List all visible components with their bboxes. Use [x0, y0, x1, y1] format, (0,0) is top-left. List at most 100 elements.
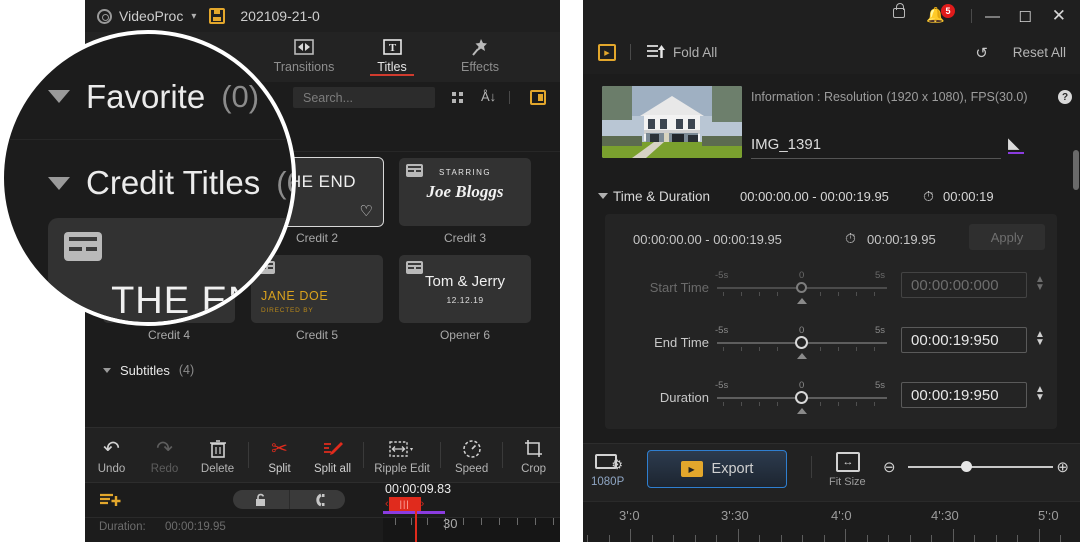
export-bar: ⚙ 1080P Export ↔ Fit Size ⊖ ⊕ [583, 443, 1080, 501]
grid-view-icon[interactable] [452, 92, 464, 103]
zoom-out-icon[interactable]: ⊖ [883, 458, 896, 476]
magnet-snap-icon[interactable] [290, 490, 346, 509]
ruler-tick [1038, 529, 1040, 542]
apply-button[interactable]: Apply [969, 224, 1045, 250]
preview-panel-icon[interactable] [598, 44, 616, 61]
add-track-icon[interactable] [99, 491, 123, 514]
slider-thumb[interactable] [795, 336, 808, 349]
end-time-slider[interactable]: -5s 0 5s [715, 325, 887, 361]
fit-size-icon[interactable]: ↔ [836, 452, 860, 472]
template-thumbnail[interactable]: Tom & Jerry 12.12.19 [399, 255, 531, 323]
fold-all-label[interactable]: Fold All [673, 45, 717, 60]
ruler-tick [866, 535, 868, 542]
end-time-value: 00:00:19:950 [911, 331, 999, 349]
subtitle-badge-icon [64, 232, 102, 261]
magnified-group-favorite[interactable]: Favorite (0) [4, 54, 292, 140]
playhead-marker[interactable]: ‹ ||| › [385, 497, 441, 511]
reset-all-label[interactable]: Reset All [1013, 45, 1066, 60]
start-time-slider[interactable]: -5s 0 5s [715, 270, 887, 306]
export-button[interactable]: Export [647, 450, 787, 488]
fill-color-underline [1008, 151, 1024, 154]
end-time-stepper[interactable]: ▲ ▼ [1035, 330, 1045, 348]
group-count: (6) [276, 165, 292, 200]
video-thumbnail[interactable] [602, 86, 742, 158]
group-name: Favorite [86, 77, 206, 115]
duration-slider[interactable]: -5s 0 5s [715, 380, 887, 416]
undo-button[interactable]: ↶ Undo [85, 436, 138, 475]
playhead-handle[interactable]: ||| [388, 497, 421, 511]
magnified-group-credit-titles[interactable]: Credit Titles (6) [4, 140, 292, 226]
speed-button[interactable]: Speed [445, 436, 498, 475]
close-button[interactable]: ✕ [1052, 6, 1066, 26]
slider-max-label: 5s [875, 380, 886, 391]
panel-duration-value: 00:00:19.95 [867, 232, 936, 247]
ruler-tick [694, 535, 696, 542]
save-disk-icon[interactable] [209, 8, 226, 24]
zoom-slider-thumb[interactable] [960, 461, 972, 472]
videoproc-logo-icon [97, 8, 112, 24]
time-duration-header[interactable]: Time & Duration 00:00:00.00 - 00:00:19.9… [583, 184, 1080, 210]
magnified-template-card[interactable]: THE END [48, 218, 292, 322]
timeline-ruler-right[interactable]: 3':0 3':30 4':0 4':30 5':0 [583, 501, 1080, 542]
reset-arrow-icon[interactable]: ↺ [975, 44, 988, 62]
start-time-field[interactable]: 00:00:00:000 [901, 272, 1027, 298]
slider-thumb[interactable] [796, 282, 807, 293]
ripple-edit-button[interactable]: Ripple Edit [368, 436, 436, 475]
duration-field[interactable]: 00:00:19:950 [901, 382, 1027, 408]
speed-gauge-icon [445, 436, 498, 462]
template-card[interactable]: Tom & Jerry 12.12.19 Opener 6 [399, 255, 531, 342]
svg-text:T: T [388, 42, 396, 54]
fold-all-icon[interactable] [647, 45, 665, 59]
speed-label: Speed [454, 462, 489, 475]
search-input[interactable]: Search... [293, 87, 435, 108]
clip-info-row: Information : Resolution (1920 x 1080), … [583, 82, 1080, 162]
inspector-window: 🔔 5 — ☐ ✕ Fold All ↺ Reset All [583, 0, 1080, 542]
ripple-edit-icon [368, 436, 436, 462]
nudge-right-icon[interactable]: › [421, 498, 425, 510]
favorite-heart-icon[interactable]: ♡ [360, 202, 373, 220]
stopwatch-icon: ⏱ [845, 230, 856, 246]
ruler-tick [823, 535, 825, 542]
delete-button[interactable]: Delete [191, 436, 244, 475]
paint-fill-icon[interactable]: ◣ [1008, 134, 1026, 154]
start-time-value: 00:00:00:000 [911, 276, 999, 294]
timeline-ruler-left[interactable]: Duration: 00:00:19.95 30 [85, 516, 560, 542]
tab-titles[interactable]: T Titles [348, 32, 436, 76]
ruler-ticks[interactable]: 30 [383, 516, 560, 542]
panel-toggle-icon[interactable] [530, 90, 546, 105]
help-question-icon[interactable]: ? [1058, 90, 1072, 104]
split-button[interactable]: ✂ Split [253, 436, 306, 475]
clip-name-input[interactable]: IMG_1391 [751, 136, 1001, 159]
unlock-icon[interactable] [233, 490, 290, 509]
tab-effects[interactable]: Effects [436, 32, 524, 74]
crop-button[interactable]: Crop [507, 436, 560, 475]
maximize-button[interactable]: ☐ [1019, 8, 1032, 26]
inspector-scrollbar[interactable] [1073, 150, 1079, 190]
tab-titles-label: Titles [377, 60, 407, 74]
sort-az-icon[interactable]: Å↓ [481, 89, 496, 104]
ruler-tick [845, 529, 846, 542]
template-thumbnail[interactable]: STARRING Joe Bloggs [399, 158, 531, 226]
start-time-stepper[interactable]: ▲ ▼ [1035, 275, 1045, 293]
duration-stepper[interactable]: ▲ ▼ [1035, 385, 1045, 403]
zoom-slider-track[interactable] [908, 466, 1053, 468]
zoom-in-icon[interactable]: ⊕ [1056, 458, 1069, 476]
delete-label: Delete [200, 462, 235, 475]
ruler-tick-label: 30 [443, 516, 458, 531]
template-card[interactable]: STARRING Joe Bloggs Credit 3 [399, 158, 531, 245]
slider-thumb[interactable] [795, 391, 808, 404]
monitor-gear-icon[interactable]: ⚙ [595, 454, 623, 474]
split-all-button[interactable]: Split all [306, 436, 359, 475]
group-header-subtitles[interactable]: Subtitles (4) [85, 350, 560, 390]
end-time-field[interactable]: 00:00:19:950 [901, 327, 1027, 353]
minimize-button[interactable]: — [985, 8, 1000, 25]
start-time-row: Start Time -5s 0 5s 00:00:00:000 ▲ ▼ [605, 262, 1057, 312]
ruler-tick [802, 535, 803, 542]
scissors-icon: ✂ [271, 438, 288, 460]
trash-icon [191, 436, 244, 462]
playhead-time: 00:00:09.83 [385, 482, 452, 496]
lock-icon[interactable] [893, 3, 905, 18]
magnified-card-text: THE END [111, 280, 285, 322]
chevron-down-icon[interactable]: ▾ [191, 11, 196, 22]
redo-button[interactable]: ↷ Redo [138, 436, 191, 475]
